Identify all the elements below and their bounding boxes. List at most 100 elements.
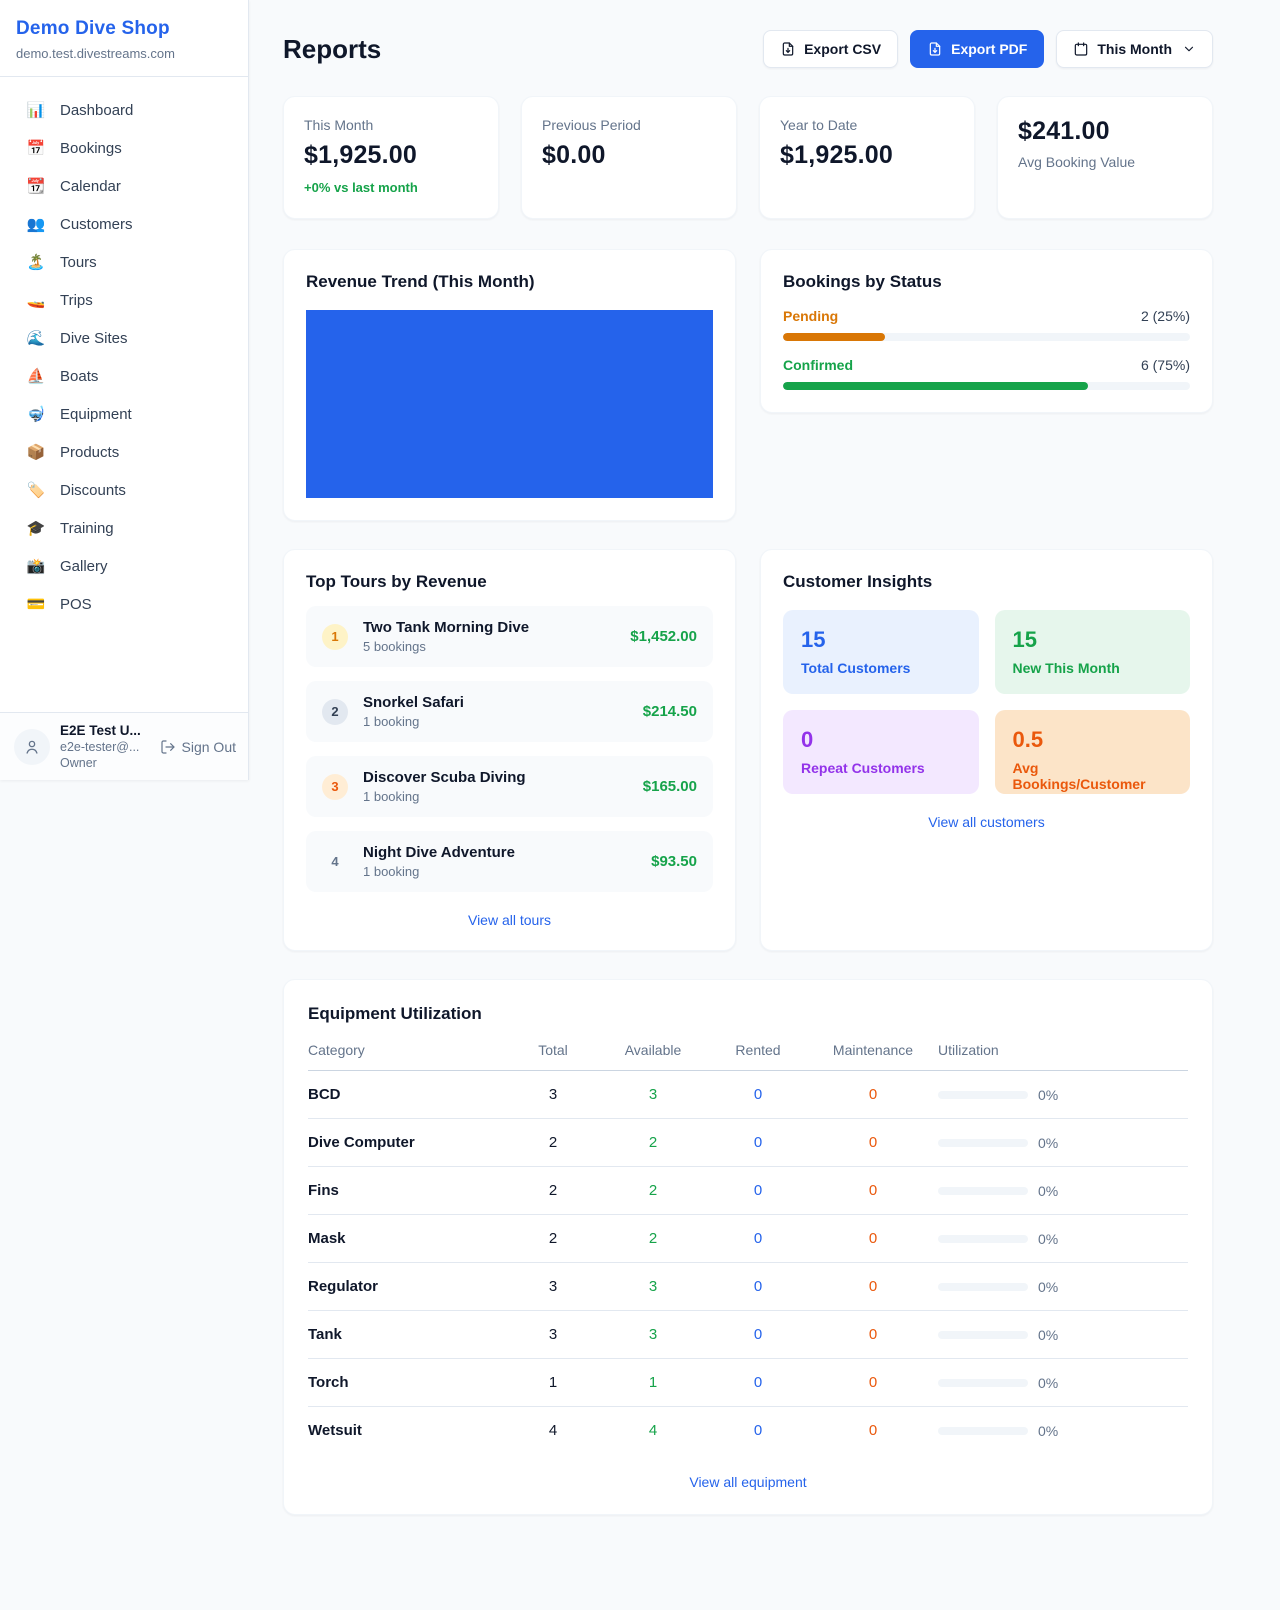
equipment-total: 4 xyxy=(508,1422,598,1439)
sidebar-item-products[interactable]: 📦 Products xyxy=(0,433,248,471)
equipment-total: 3 xyxy=(508,1086,598,1103)
equipment-utilization-cell: 0% xyxy=(938,1087,1188,1103)
export-csv-button[interactable]: Export CSV xyxy=(763,30,898,68)
tour-amount: $93.50 xyxy=(651,853,697,870)
sidebar-item-label: Training xyxy=(60,520,114,537)
insights-row: Top Tours by Revenue 1 Two Tank Morning … xyxy=(283,549,1213,951)
stat-label: This Month xyxy=(304,117,478,133)
view-all-equipment-link[interactable]: View all equipment xyxy=(308,1474,1188,1490)
equipment-rented: 0 xyxy=(708,1326,808,1343)
equipment-total: 2 xyxy=(508,1182,598,1199)
column-header-utilization: Utilization xyxy=(938,1042,1188,1058)
equipment-total: 2 xyxy=(508,1230,598,1247)
revenue-trend-title: Revenue Trend (This Month) xyxy=(306,272,713,292)
table-row: Mask 2 2 0 0 0% xyxy=(308,1215,1188,1263)
utilization-track xyxy=(938,1427,1028,1435)
tile-label: Repeat Customers xyxy=(801,760,961,776)
progress-fill xyxy=(783,382,1088,390)
sidebar-item-pos[interactable]: 💳 POS xyxy=(0,585,248,623)
utilization-percent: 0% xyxy=(1038,1279,1058,1295)
period-dropdown[interactable]: This Month xyxy=(1056,30,1213,68)
view-all-customers-link[interactable]: View all customers xyxy=(783,814,1190,830)
sidebar-item-label: Bookings xyxy=(60,140,122,157)
bookings-by-status-title: Bookings by Status xyxy=(783,272,1190,292)
stat-value: $1,925.00 xyxy=(780,141,954,170)
export-pdf-button[interactable]: Export PDF xyxy=(910,30,1044,68)
stat-card-previous-period: Previous Period $0.00 xyxy=(521,96,737,219)
sidebar-item-trips[interactable]: 🚤 Trips xyxy=(0,281,248,319)
page-title: Reports xyxy=(283,34,381,65)
stat-card-year-to-date: Year to Date $1,925.00 xyxy=(759,96,975,219)
utilization-track xyxy=(938,1091,1028,1099)
table-row: BCD 3 3 0 0 0% xyxy=(308,1071,1188,1119)
user-name: E2E Test U... xyxy=(60,723,141,738)
chevron-down-icon xyxy=(1182,42,1196,56)
column-header-rented: Rented xyxy=(708,1042,808,1058)
customer-insights-card: Customer Insights 15 Total Customers 15 … xyxy=(760,549,1213,951)
pos-icon: 💳 xyxy=(26,595,46,613)
equipment-maintenance: 0 xyxy=(808,1086,938,1103)
equipment-category: Wetsuit xyxy=(308,1422,508,1439)
utilization-track xyxy=(938,1379,1028,1387)
equipment-rented: 0 xyxy=(708,1230,808,1247)
utilization-track xyxy=(938,1187,1028,1195)
utilization-percent: 0% xyxy=(1038,1231,1058,1247)
rank-badge: 3 xyxy=(322,774,348,800)
equipment-utilization-cell: 0% xyxy=(938,1231,1188,1247)
sidebar-nav: 📊 Dashboard 📅 Bookings 📆 Calendar 👥 Cust… xyxy=(0,77,248,712)
table-row: Tank 3 3 0 0 0% xyxy=(308,1311,1188,1359)
equipment-utilization-cell: 0% xyxy=(938,1327,1188,1343)
sign-out-button[interactable]: Sign Out xyxy=(160,739,236,755)
stat-value: $1,925.00 xyxy=(304,141,478,170)
equipment-maintenance: 0 xyxy=(808,1134,938,1151)
utilization-percent: 0% xyxy=(1038,1375,1058,1391)
file-download-icon xyxy=(780,41,796,57)
sidebar-item-customers[interactable]: 👥 Customers xyxy=(0,205,248,243)
sidebar-item-calendar[interactable]: 📆 Calendar xyxy=(0,167,248,205)
charts-row: Revenue Trend (This Month) Bookings by S… xyxy=(283,249,1213,521)
utilization-percent: 0% xyxy=(1038,1327,1058,1343)
equipment-utilization-cell: 0% xyxy=(938,1183,1188,1199)
sidebar-item-label: Customers xyxy=(60,216,133,233)
stats-row: This Month $1,925.00 +0% vs last month P… xyxy=(283,96,1213,219)
utilization-percent: 0% xyxy=(1038,1423,1058,1439)
equipment-utilization-cell: 0% xyxy=(938,1135,1188,1151)
equipment-available: 2 xyxy=(598,1230,708,1247)
dashboard-icon: 📊 xyxy=(26,101,46,119)
calendar-icon: 📆 xyxy=(26,177,46,195)
sidebar: Demo Dive Shop demo.test.divestreams.com… xyxy=(0,0,249,780)
sidebar-item-training[interactable]: 🎓 Training xyxy=(0,509,248,547)
equipment-maintenance: 0 xyxy=(808,1278,938,1295)
view-all-tours-link[interactable]: View all tours xyxy=(306,912,713,928)
sidebar-item-discounts[interactable]: 🏷️ Discounts xyxy=(0,471,248,509)
sidebar-item-label: Dashboard xyxy=(60,102,133,119)
status-label: Pending xyxy=(783,308,838,324)
customers-icon: 👥 xyxy=(26,215,46,233)
equipment-available: 4 xyxy=(598,1422,708,1439)
table-row: Regulator 3 3 0 0 0% xyxy=(308,1263,1188,1311)
equipment-category: Dive Computer xyxy=(308,1134,508,1151)
calendar-icon xyxy=(1073,41,1089,57)
page-header: Reports Export CSV Export PDF This Month xyxy=(283,30,1213,68)
sidebar-item-label: Discounts xyxy=(60,482,126,499)
sidebar-item-tours[interactable]: 🏝️ Tours xyxy=(0,243,248,281)
sidebar-item-equipment[interactable]: 🤿 Equipment xyxy=(0,395,248,433)
equipment-rented: 0 xyxy=(708,1278,808,1295)
sidebar-item-gallery[interactable]: 📸 Gallery xyxy=(0,547,248,585)
sidebar-item-boats[interactable]: ⛵ Boats xyxy=(0,357,248,395)
equipment-rented: 0 xyxy=(708,1134,808,1151)
sidebar-item-bookings[interactable]: 📅 Bookings xyxy=(0,129,248,167)
sidebar-item-dashboard[interactable]: 📊 Dashboard xyxy=(0,91,248,129)
rank-badge: 1 xyxy=(322,624,348,650)
tour-bookings: 1 booking xyxy=(363,789,526,804)
equipment-available: 2 xyxy=(598,1182,708,1199)
equipment-available: 1 xyxy=(598,1374,708,1391)
top-tours-card: Top Tours by Revenue 1 Two Tank Morning … xyxy=(283,549,736,951)
tile-repeat-customers: 0 Repeat Customers xyxy=(783,710,979,794)
utilization-percent: 0% xyxy=(1038,1183,1058,1199)
sidebar-item-dive-sites[interactable]: 🌊 Dive Sites xyxy=(0,319,248,357)
tours-icon: 🏝️ xyxy=(26,253,46,271)
tour-row: 1 Two Tank Morning Dive 5 bookings $1,45… xyxy=(306,606,713,667)
utilization-percent: 0% xyxy=(1038,1135,1058,1151)
equipment-maintenance: 0 xyxy=(808,1374,938,1391)
